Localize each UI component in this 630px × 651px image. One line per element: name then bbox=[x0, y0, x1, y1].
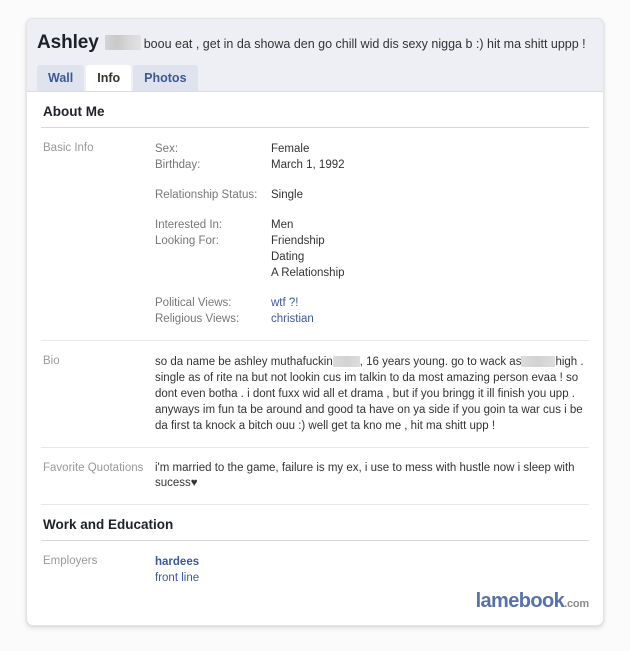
field-birthday-key: Birthday: bbox=[155, 159, 201, 171]
row-value-basic-info: Sex: Female Birthday: March 1, 1992 Rela… bbox=[155, 141, 589, 327]
field-birthday-value: March 1, 1992 bbox=[271, 159, 345, 171]
page-background: Ashley boou eat , get in da showa den go … bbox=[0, 0, 630, 651]
field-relationship-status: Relationship Status: Single bbox=[155, 187, 589, 203]
field-political-views-key: Political Views: bbox=[155, 297, 232, 309]
basic-info-group-identity: Sex: Female Birthday: March 1, 1992 bbox=[155, 141, 589, 173]
field-interested-in-value: Men bbox=[271, 219, 294, 231]
field-political-views: Political Views: wtf ?! bbox=[155, 295, 589, 311]
row-label-employers: Employers bbox=[43, 555, 98, 567]
field-relationship-status-key: Relationship Status: bbox=[155, 189, 258, 201]
watermark-name: lamebook bbox=[475, 590, 565, 612]
field-looking-for-value: Friendship bbox=[271, 235, 325, 247]
row-value-bio: so da name be ashley muthafuckin , 16 yea… bbox=[155, 354, 589, 434]
profile-tabs: Wall Info Photos bbox=[37, 65, 200, 91]
field-interested-in: Interested In: Men bbox=[155, 217, 589, 233]
field-sex: Sex: Female bbox=[155, 141, 589, 157]
row-value-favorite-quotations: i'm married to the game, failure is my e… bbox=[155, 462, 575, 489]
lamebook-watermark: lamebook.com bbox=[475, 590, 590, 612]
tab-info[interactable]: Info bbox=[86, 65, 132, 91]
employer-name[interactable]: hardees bbox=[155, 554, 589, 570]
field-religious-views-value[interactable]: christian bbox=[271, 311, 314, 327]
field-looking-for: Looking For: Friendship bbox=[155, 233, 589, 249]
row-value-employers: hardees front line bbox=[155, 554, 589, 586]
profile-content: About Me Basic Info Sex: Female Birthday… bbox=[27, 92, 603, 599]
field-religious-views-key: Religious Views: bbox=[155, 313, 240, 325]
watermark-tld: .com bbox=[564, 598, 589, 610]
profile-status-text: boou eat , get in da showa den go chill … bbox=[143, 37, 586, 51]
row-label-favorite-quotations: Favorite Quotations bbox=[43, 462, 144, 474]
field-looking-for-value-extra-2: A Relationship bbox=[271, 267, 345, 279]
row-favorite-quotations: Favorite Quotations i'm married to the g… bbox=[41, 448, 589, 505]
field-relationship-status-value: Single bbox=[271, 189, 303, 201]
basic-info-group-looking: Interested In: Men Looking For: Friendsh… bbox=[155, 217, 589, 281]
field-political-views-value[interactable]: wtf ?! bbox=[271, 295, 298, 311]
bio-text-part-2: , 16 years young. go to wack as bbox=[359, 356, 522, 368]
basic-info-group-views: Political Views: wtf ?! Religious Views:… bbox=[155, 295, 589, 327]
row-label-bio: Bio bbox=[43, 355, 60, 367]
basic-info-group-relationship: Relationship Status: Single bbox=[155, 187, 589, 203]
row-basic-info: Basic Info Sex: Female Birthday: March 1… bbox=[41, 128, 589, 341]
section-title-about-me: About Me bbox=[41, 92, 589, 128]
field-sex-key: Sex: bbox=[155, 143, 179, 155]
bio-text-part-1: so da name be ashley muthafuckin bbox=[155, 356, 333, 368]
row-bio: Bio so da name be ashley muthafuckin , 16… bbox=[41, 341, 589, 448]
profile-card: Ashley boou eat , get in da showa den go … bbox=[26, 18, 604, 626]
profile-header: Ashley boou eat , get in da showa den go … bbox=[27, 19, 603, 92]
redacted-bio-block-1 bbox=[332, 356, 360, 367]
field-looking-for-key: Looking For: bbox=[155, 235, 219, 247]
field-sex-value: Female bbox=[271, 143, 310, 155]
tab-photos[interactable]: Photos bbox=[133, 65, 198, 91]
field-looking-for-value-extra-1: Dating bbox=[271, 251, 305, 263]
profile-name: Ashley bbox=[37, 32, 99, 53]
employer-position[interactable]: front line bbox=[155, 570, 589, 586]
section-title-work-and-education: Work and Education bbox=[41, 505, 589, 541]
name-and-status-line: Ashley boou eat , get in da showa den go … bbox=[37, 31, 603, 55]
field-religious-views: Religious Views: christian bbox=[155, 311, 589, 327]
basic-info-pairs: Sex: Female Birthday: March 1, 1992 Rela… bbox=[155, 141, 589, 327]
redacted-bio-block-2 bbox=[521, 356, 556, 367]
tab-wall[interactable]: Wall bbox=[37, 65, 85, 91]
bio-text: so da name be ashley muthafuckin , 16 yea… bbox=[155, 354, 589, 434]
field-birthday: Birthday: March 1, 1992 bbox=[155, 157, 589, 173]
row-label-basic-info: Basic Info bbox=[43, 142, 94, 154]
field-interested-in-key: Interested In: bbox=[155, 219, 223, 231]
redacted-lastname-block bbox=[104, 35, 141, 51]
